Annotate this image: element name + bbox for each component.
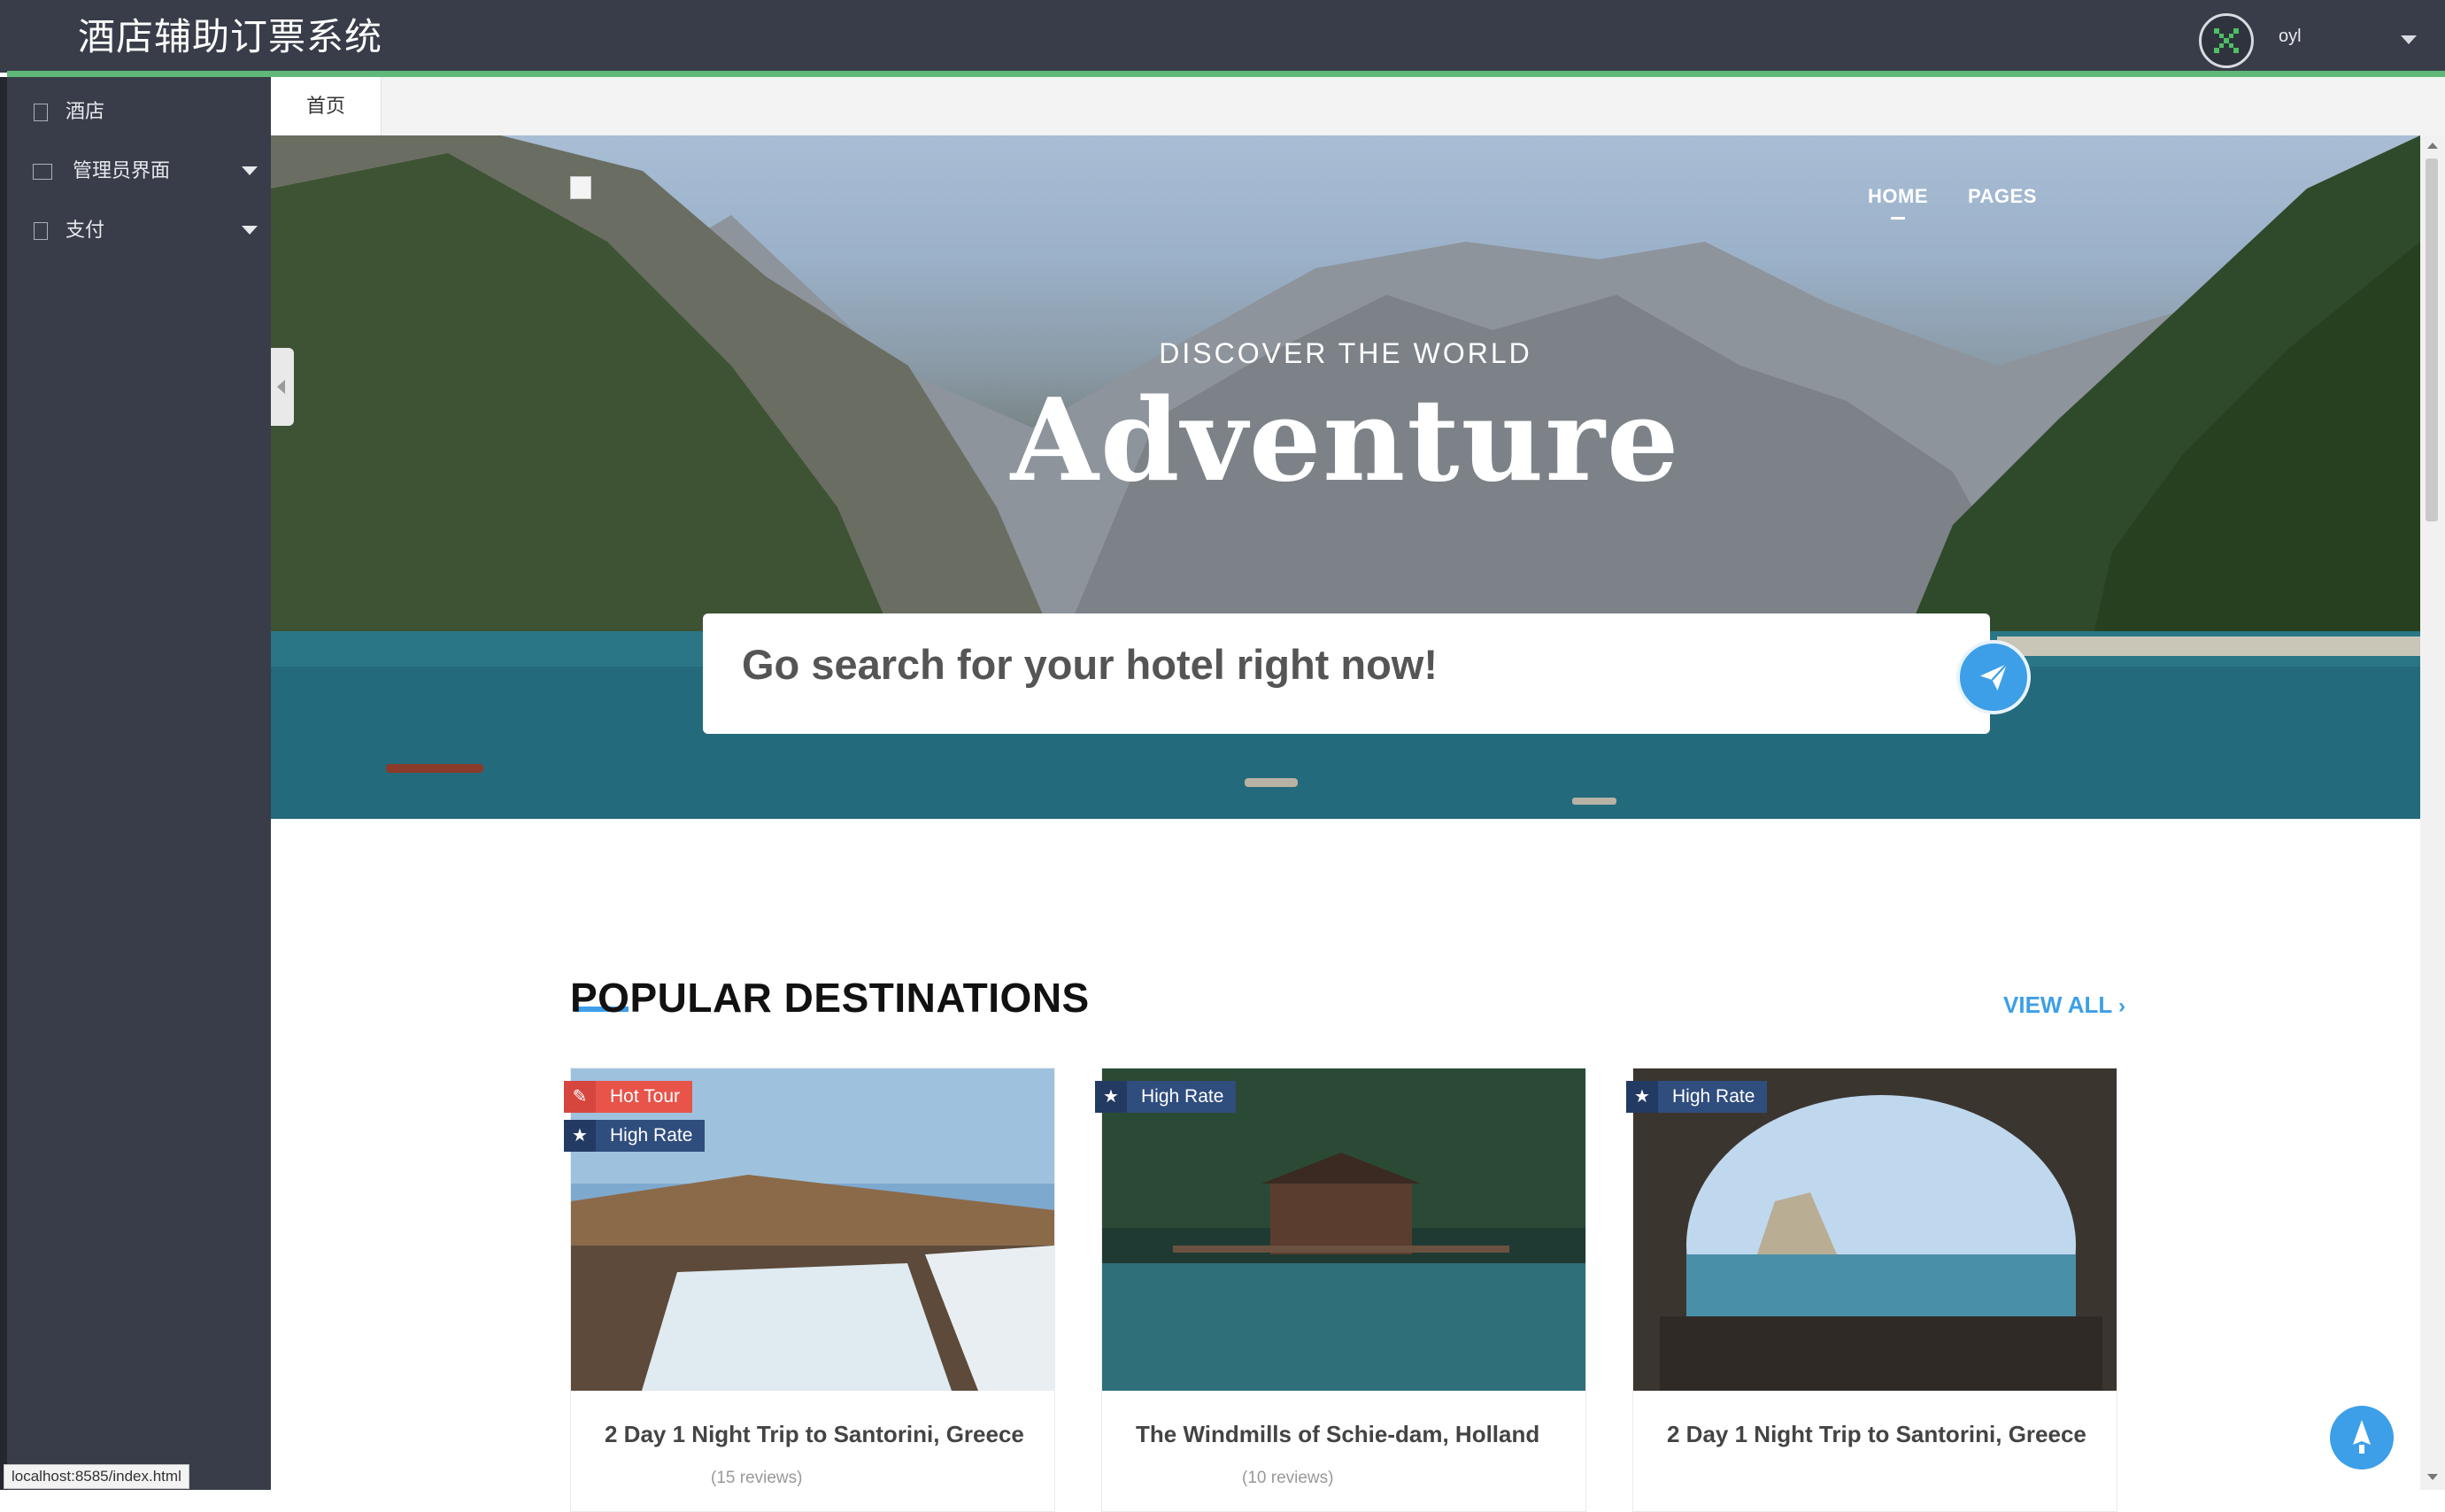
sidebar-item-label: 酒店 xyxy=(66,100,105,122)
sidebar-item-hotel[interactable]: 酒店 xyxy=(7,82,271,139)
window-edge xyxy=(0,77,7,1490)
card-title[interactable]: 2 Day 1 Night Trip to Santorini, Greece xyxy=(1667,1421,2086,1448)
scrollbar-thumb[interactable] xyxy=(2426,158,2438,521)
card-title[interactable]: 2 Day 1 Night Trip to Santorini, Greece xyxy=(605,1421,1024,1448)
page-scrollbar[interactable] xyxy=(2420,135,2445,1490)
destination-photo xyxy=(1633,1068,2117,1391)
sea-cave-photo xyxy=(1633,1068,2117,1391)
rocket-icon xyxy=(2353,1420,2371,1454)
sidebar-item-payment[interactable]: 支付 xyxy=(7,201,271,258)
nav-active-indicator xyxy=(1891,217,1905,220)
app-title: 酒店辅助订票系统 xyxy=(78,16,383,58)
scroll-up-arrow-icon[interactable] xyxy=(2427,143,2438,149)
view-all-link[interactable]: VIEW ALL › xyxy=(2003,991,2125,1019)
top-header: 酒店辅助订票系统 oyl xyxy=(0,0,2445,77)
hot-tour-badge: ✎ Hot Tour xyxy=(564,1081,692,1113)
sidebar-item-label: 管理员界面 xyxy=(73,159,171,181)
user-avatar[interactable] xyxy=(2199,13,2254,68)
star-icon: ★ xyxy=(564,1120,596,1152)
scroll-down-arrow-icon[interactable] xyxy=(2427,1474,2438,1480)
hotel-search-input[interactable]: Go search for your hotel right now! xyxy=(703,613,1990,734)
tab-bar: 首页 xyxy=(271,77,2445,136)
search-submit-button[interactable] xyxy=(1956,640,2031,714)
badge-label: High Rate xyxy=(610,1125,693,1146)
star-icon: ★ xyxy=(1626,1081,1658,1113)
document-icon xyxy=(34,222,48,240)
section-title: POPULAR DESTINATIONS xyxy=(570,975,1090,1021)
destination-card[interactable]: ★ High Rate 2 Day 1 Night Trip to Santor… xyxy=(1626,1068,2117,1512)
scroll-to-top-button[interactable] xyxy=(2330,1406,2394,1470)
destination-card[interactable]: ★ High Rate The Windmills of Schie-dam, … xyxy=(1095,1068,1586,1512)
high-rate-badge: ★ High Rate xyxy=(1626,1081,1768,1113)
username-label[interactable]: oyl xyxy=(2279,27,2302,47)
chevron-right-icon: › xyxy=(2118,994,2126,1018)
card-title[interactable]: The Windmills of Schie-dam, Holland xyxy=(1136,1421,1539,1448)
card-reviews: (15 reviews) xyxy=(711,1469,803,1487)
badge-label: High Rate xyxy=(1141,1086,1224,1107)
high-rate-badge: ★ High Rate xyxy=(1095,1081,1237,1113)
chevron-down-icon xyxy=(242,166,258,175)
header-accent-line xyxy=(7,71,2445,77)
browser-status-url: localhost:8585/index.html xyxy=(4,1464,189,1489)
high-rate-badge: ★ High Rate xyxy=(564,1120,706,1152)
destination-photo xyxy=(1102,1068,1585,1391)
badge-label: Hot Tour xyxy=(610,1086,680,1107)
hero-headline: Adventure xyxy=(1010,374,1681,507)
hero-banner: HOME PAGES DISCOVER THE WORLD Adventure … xyxy=(271,135,2420,819)
hero-kicker: DISCOVER THE WORLD xyxy=(1159,337,1532,369)
star-icon: ★ xyxy=(1095,1081,1127,1113)
waterfall-photo xyxy=(571,1068,1054,1391)
sidebar: 酒店 管理员界面 支付 xyxy=(7,77,271,1490)
sidebar-item-label: 支付 xyxy=(66,219,105,241)
user-menu-caret-icon[interactable] xyxy=(2401,35,2417,44)
destination-card[interactable]: ✎ Hot Tour ★ High Rate 2 Day 1 Night Tri… xyxy=(564,1068,1055,1512)
destination-photo xyxy=(571,1068,1054,1391)
view-all-label: VIEW ALL xyxy=(2003,991,2112,1018)
document-icon xyxy=(34,104,48,121)
chevron-down-icon xyxy=(242,226,258,235)
paper-plane-icon xyxy=(1980,663,2008,690)
lake-house-photo xyxy=(1102,1068,1585,1391)
building-icon xyxy=(33,164,52,180)
nav-link-home[interactable]: HOME xyxy=(1868,185,1928,208)
search-placeholder: Go search for your hotel right now! xyxy=(742,641,1438,688)
nav-link-pages[interactable]: PAGES xyxy=(1968,185,2037,208)
tab-home[interactable]: 首页 xyxy=(271,77,382,135)
flame-icon: ✎ xyxy=(564,1081,596,1113)
avatar-icon xyxy=(2214,28,2239,53)
logo-image-placeholder xyxy=(570,176,591,199)
card-reviews: (10 reviews) xyxy=(1242,1469,1334,1487)
badge-label: High Rate xyxy=(1672,1086,1755,1107)
sidebar-item-admin[interactable]: 管理员界面 xyxy=(7,142,271,198)
